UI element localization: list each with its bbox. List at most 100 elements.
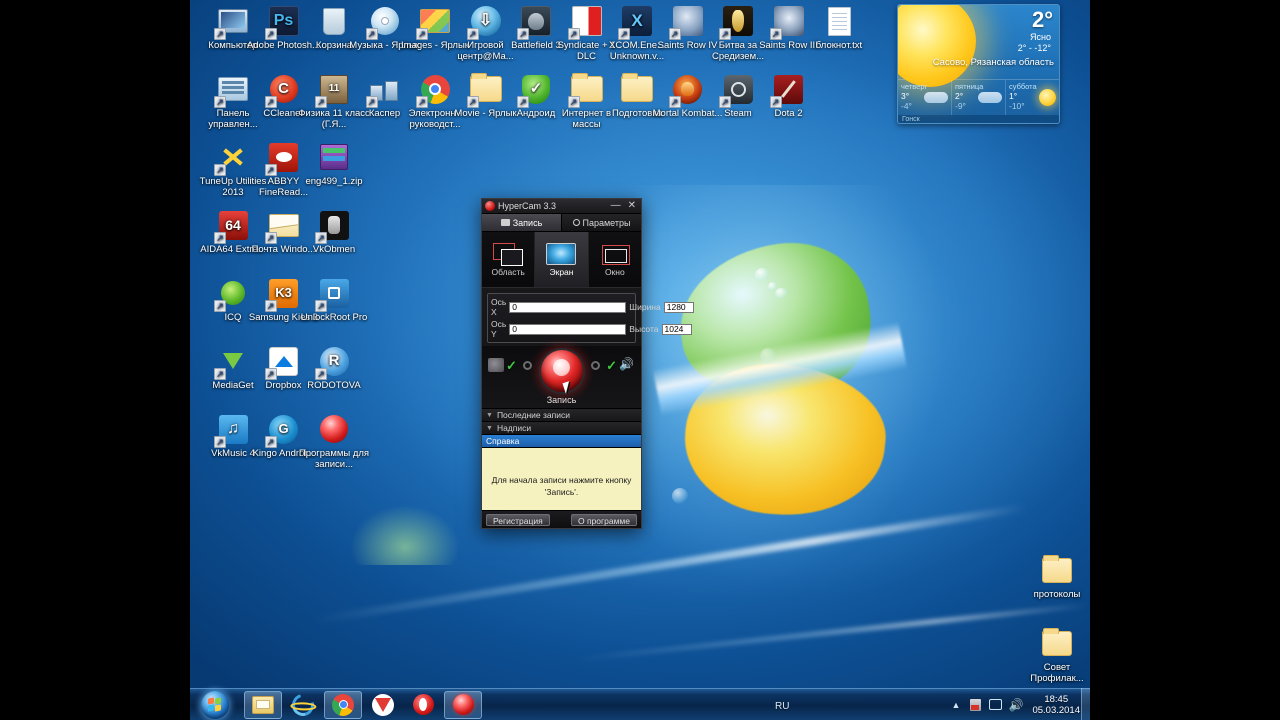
video-settings-gear-icon[interactable] [522, 360, 532, 370]
network-icon [365, 72, 402, 108]
hypercam-icon [485, 201, 495, 211]
video-enabled-check-icon[interactable]: ✓ [506, 359, 517, 372]
flash-drive-icon[interactable] [968, 697, 983, 712]
desktop-icon[interactable]: Dota 2 [752, 72, 826, 120]
shortcut-arrow-icon [214, 232, 226, 244]
height-label: Высота [629, 324, 659, 334]
taskbar-item-chrome[interactable] [324, 690, 362, 719]
accordion-captions-label: Надписи [496, 423, 532, 433]
desktop-icon[interactable]: блокнот.txt [802, 4, 876, 52]
mediaget-icon [214, 344, 250, 380]
window-title: HyperCam 3.3 [498, 201, 557, 211]
system-tray: ▲ 🔊 18:45 05.03.2014 [948, 694, 1090, 716]
images-folder-icon [416, 4, 452, 40]
vkmusic-icon: ♫ [214, 412, 250, 448]
winrar-archive-icon [317, 140, 351, 174]
mode-window[interactable]: Окно [589, 232, 641, 287]
network-icon[interactable] [988, 697, 1003, 712]
taskbar-item-yandex-browser[interactable] [364, 691, 402, 719]
bokeh-decoration [755, 268, 769, 282]
start-button[interactable] [192, 690, 238, 720]
volume-icon[interactable]: 🔊 [1008, 697, 1023, 712]
vkobmen-icon [315, 208, 351, 244]
audio-enabled-check-icon[interactable]: ✓ [606, 359, 617, 372]
speaker-icon[interactable]: 🔊 [619, 358, 635, 372]
movie-folder-icon [466, 72, 503, 108]
grass-decoration [350, 505, 460, 565]
taskbar-item-internet-explorer[interactable] [284, 689, 322, 720]
clock[interactable]: 18:45 05.03.2014 [1028, 694, 1084, 716]
about-button[interactable]: О программе [570, 513, 637, 526]
audio-settings-gear-icon[interactable] [591, 360, 601, 370]
axis-y-input[interactable] [509, 323, 627, 335]
taskbar-item-opera[interactable] [404, 691, 442, 719]
abbyy-finereader-icon [264, 140, 301, 176]
forecast-day[interactable]: пятница 2° -9° [952, 80, 1006, 115]
width-label: Ширина [629, 302, 661, 312]
mode-region[interactable]: Область [482, 232, 536, 287]
width-input[interactable] [663, 301, 694, 313]
sparkle-decoration [672, 488, 688, 504]
windows-flag-icon [207, 696, 223, 712]
taskbar[interactable]: RU ▲ 🔊 18:45 05.03.2014 [190, 688, 1090, 720]
language-indicator[interactable]: RU [775, 701, 789, 712]
desktop[interactable]: КомпьютерPsAdobe Photosh...КорзинаМузыка… [190, 0, 1090, 720]
height-input[interactable] [661, 323, 692, 335]
tab-record[interactable]: Запись [482, 214, 562, 231]
hypercam-window[interactable]: HyperCam 3.3 — ✕ Запись Параметры Област… [481, 198, 694, 529]
desktop-icon[interactable]: eng499_1.zip [297, 140, 371, 188]
mode-fullscreen[interactable]: Экран [535, 232, 589, 287]
screen-root: КомпьютерPsAdobe Photosh...КорзинаМузыка… [0, 0, 1280, 720]
r-circle-icon: R [315, 344, 351, 380]
desktop-icon[interactable]: Программы для записи... [297, 412, 371, 470]
weather-forecast: четверг 3° -4° пятница 2° -9° суббота 1°… [898, 79, 1059, 115]
taskbar-items [244, 689, 482, 720]
video-camera-icon[interactable] [488, 358, 504, 372]
shortcut-arrow-icon [214, 28, 226, 40]
computer-icon [214, 4, 250, 40]
region-select-icon [493, 242, 524, 266]
register-button[interactable]: Регистрация [486, 513, 550, 526]
unlockroot-icon [315, 276, 351, 312]
taskbar-item-hypercam[interactable] [444, 690, 482, 719]
accordion-captions[interactable]: ▼ Надписи [482, 422, 641, 435]
record-button-wrap: Запись [540, 350, 583, 405]
accordion-recent-recordings[interactable]: ▼ Последние записи [482, 409, 641, 422]
ccleaner-icon: C [264, 72, 301, 108]
desktop-icon[interactable]: Совет Профилак... [1020, 626, 1090, 684]
shortcut-arrow-icon [416, 28, 428, 40]
show-hidden-icons-icon[interactable]: ▲ [948, 697, 963, 712]
camera-icon [500, 219, 510, 226]
show-desktop-button[interactable] [1081, 688, 1090, 720]
record-button[interactable] [540, 350, 583, 392]
physics-book-icon: 11 [315, 72, 351, 108]
tab-settings[interactable]: Параметры [562, 214, 641, 231]
taskbar-item-explorer[interactable] [244, 690, 282, 719]
forecast-day[interactable]: четверг 3° -4° [898, 80, 952, 115]
shortcut-arrow-icon [567, 28, 580, 40]
weather-gadget[interactable]: 2° Ясно 2° - -12° Сасово, Рязанская обла… [897, 4, 1060, 124]
saints-row-4-icon [668, 4, 705, 40]
desktop-icon[interactable]: RRODOTOVA [297, 344, 371, 392]
hypercam-accordion: ▼ Последние записи ▼ Надписи Справка [482, 408, 641, 448]
windows-mail-icon [264, 208, 301, 244]
shortcut-arrow-icon [214, 436, 226, 448]
desktop-icon[interactable]: протоколы [1020, 553, 1090, 601]
xcom-icon: X [618, 4, 654, 40]
close-button[interactable]: ✕ [626, 201, 638, 211]
shortcut-arrow-icon [769, 28, 782, 40]
accordion-help[interactable]: Справка [482, 435, 641, 448]
desktop-icon[interactable]: VkObmen [297, 208, 371, 256]
game-center-icon: ⇩ [466, 4, 503, 40]
forecast-day[interactable]: суббота 1° -10° [1006, 80, 1059, 115]
shortcut-arrow-icon [214, 300, 226, 312]
shortcut-arrow-icon [466, 28, 479, 40]
desktop-icon[interactable]: UnlockRoot Pro [297, 276, 371, 324]
hypercam-titlebar[interactable]: HyperCam 3.3 — ✕ [482, 199, 641, 214]
shortcut-arrow-icon [315, 368, 327, 380]
weather-temperature: 2° [1031, 7, 1053, 32]
minimize-button[interactable]: — [609, 201, 623, 211]
shortcut-arrow-icon [214, 164, 226, 176]
axis-x-input[interactable] [509, 301, 627, 313]
desktop-icon-label: Программы для записи... [298, 448, 370, 470]
